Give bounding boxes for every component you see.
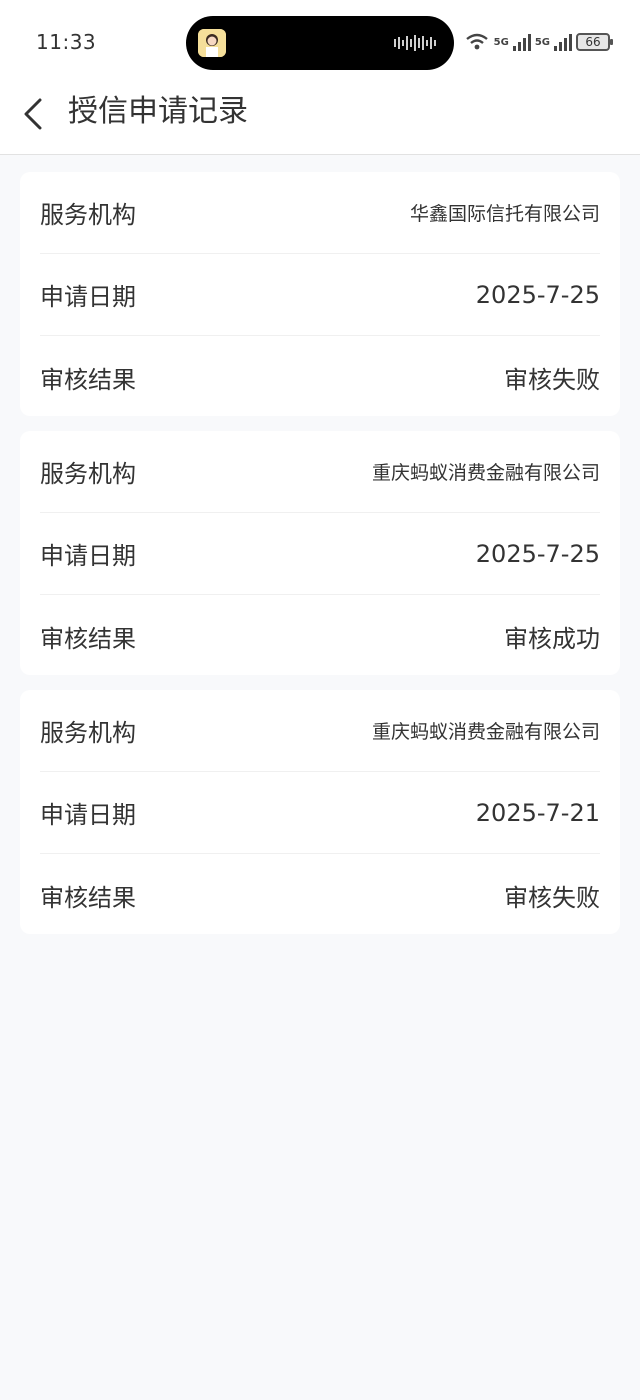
signal-icon-2: [554, 34, 572, 51]
date-value: 2025-7-21: [475, 798, 600, 827]
result-row: 审核结果 审核失败: [40, 854, 600, 936]
institution-row: 服务机构 重庆蚂蚁消费金融有限公司: [40, 431, 600, 513]
status-bar: 11:33 5G 5G 66: [0, 0, 640, 84]
institution-row: 服务机构 华鑫国际信托有限公司: [40, 172, 600, 254]
music-album-icon: [198, 29, 226, 57]
date-row: 申请日期 2025-7-21: [40, 772, 600, 854]
status-icons: 5G 5G 66: [464, 28, 613, 56]
network-type-label: 5G: [493, 36, 509, 48]
date-label: 申请日期: [40, 542, 136, 570]
date-row: 申请日期 2025-7-25: [40, 513, 600, 595]
chevron-left-icon: [24, 98, 42, 130]
date-label: 申请日期: [40, 283, 136, 311]
status-time: 11:33: [36, 30, 97, 54]
date-value: 2025-7-25: [475, 280, 600, 309]
result-row: 审核结果 审核成功: [40, 595, 600, 677]
result-label: 审核结果: [40, 365, 136, 394]
signal-icon: [512, 34, 531, 51]
result-value: 审核失败: [504, 365, 600, 394]
institution-label: 服务机构: [40, 719, 136, 747]
date-value: 2025-7-25: [475, 539, 600, 568]
record-card: 服务机构 重庆蚂蚁消费金融有限公司 申请日期 2025-7-25 审核结果 审核…: [20, 431, 620, 675]
date-label: 申请日期: [40, 801, 136, 829]
institution-row: 服务机构 重庆蚂蚁消费金融有限公司: [40, 690, 600, 772]
institution-value: 重庆蚂蚁消费金融有限公司: [371, 462, 600, 484]
back-button[interactable]: [18, 94, 52, 134]
network-type-label-2: 5G: [534, 36, 550, 48]
result-value: 审核成功: [504, 624, 600, 653]
institution-label: 服务机构: [40, 201, 136, 229]
result-label: 审核结果: [40, 624, 136, 653]
institution-value: 重庆蚂蚁消费金融有限公司: [371, 721, 600, 743]
result-row: 审核结果 审核失败: [40, 336, 600, 418]
record-card: 服务机构 重庆蚂蚁消费金融有限公司 申请日期 2025-7-21 审核结果 审核…: [20, 690, 620, 934]
record-card: 服务机构 华鑫国际信托有限公司 申请日期 2025-7-25 审核结果 审核失败: [20, 172, 620, 416]
battery-icon: 66: [576, 33, 613, 51]
institution-value: 华鑫国际信托有限公司: [409, 203, 600, 225]
record-list: 服务机构 华鑫国际信托有限公司 申请日期 2025-7-25 审核结果 审核失败…: [20, 172, 620, 949]
audio-wave-icon: [394, 35, 436, 51]
dynamic-island[interactable]: [186, 16, 454, 70]
wifi-icon: [465, 33, 488, 50]
page-header: 授信申请记录: [0, 84, 640, 155]
result-value: 审核失败: [504, 883, 600, 912]
date-row: 申请日期 2025-7-25: [40, 254, 600, 336]
result-label: 审核结果: [40, 883, 136, 912]
institution-label: 服务机构: [40, 460, 136, 488]
page-title: 授信申请记录: [68, 94, 248, 129]
